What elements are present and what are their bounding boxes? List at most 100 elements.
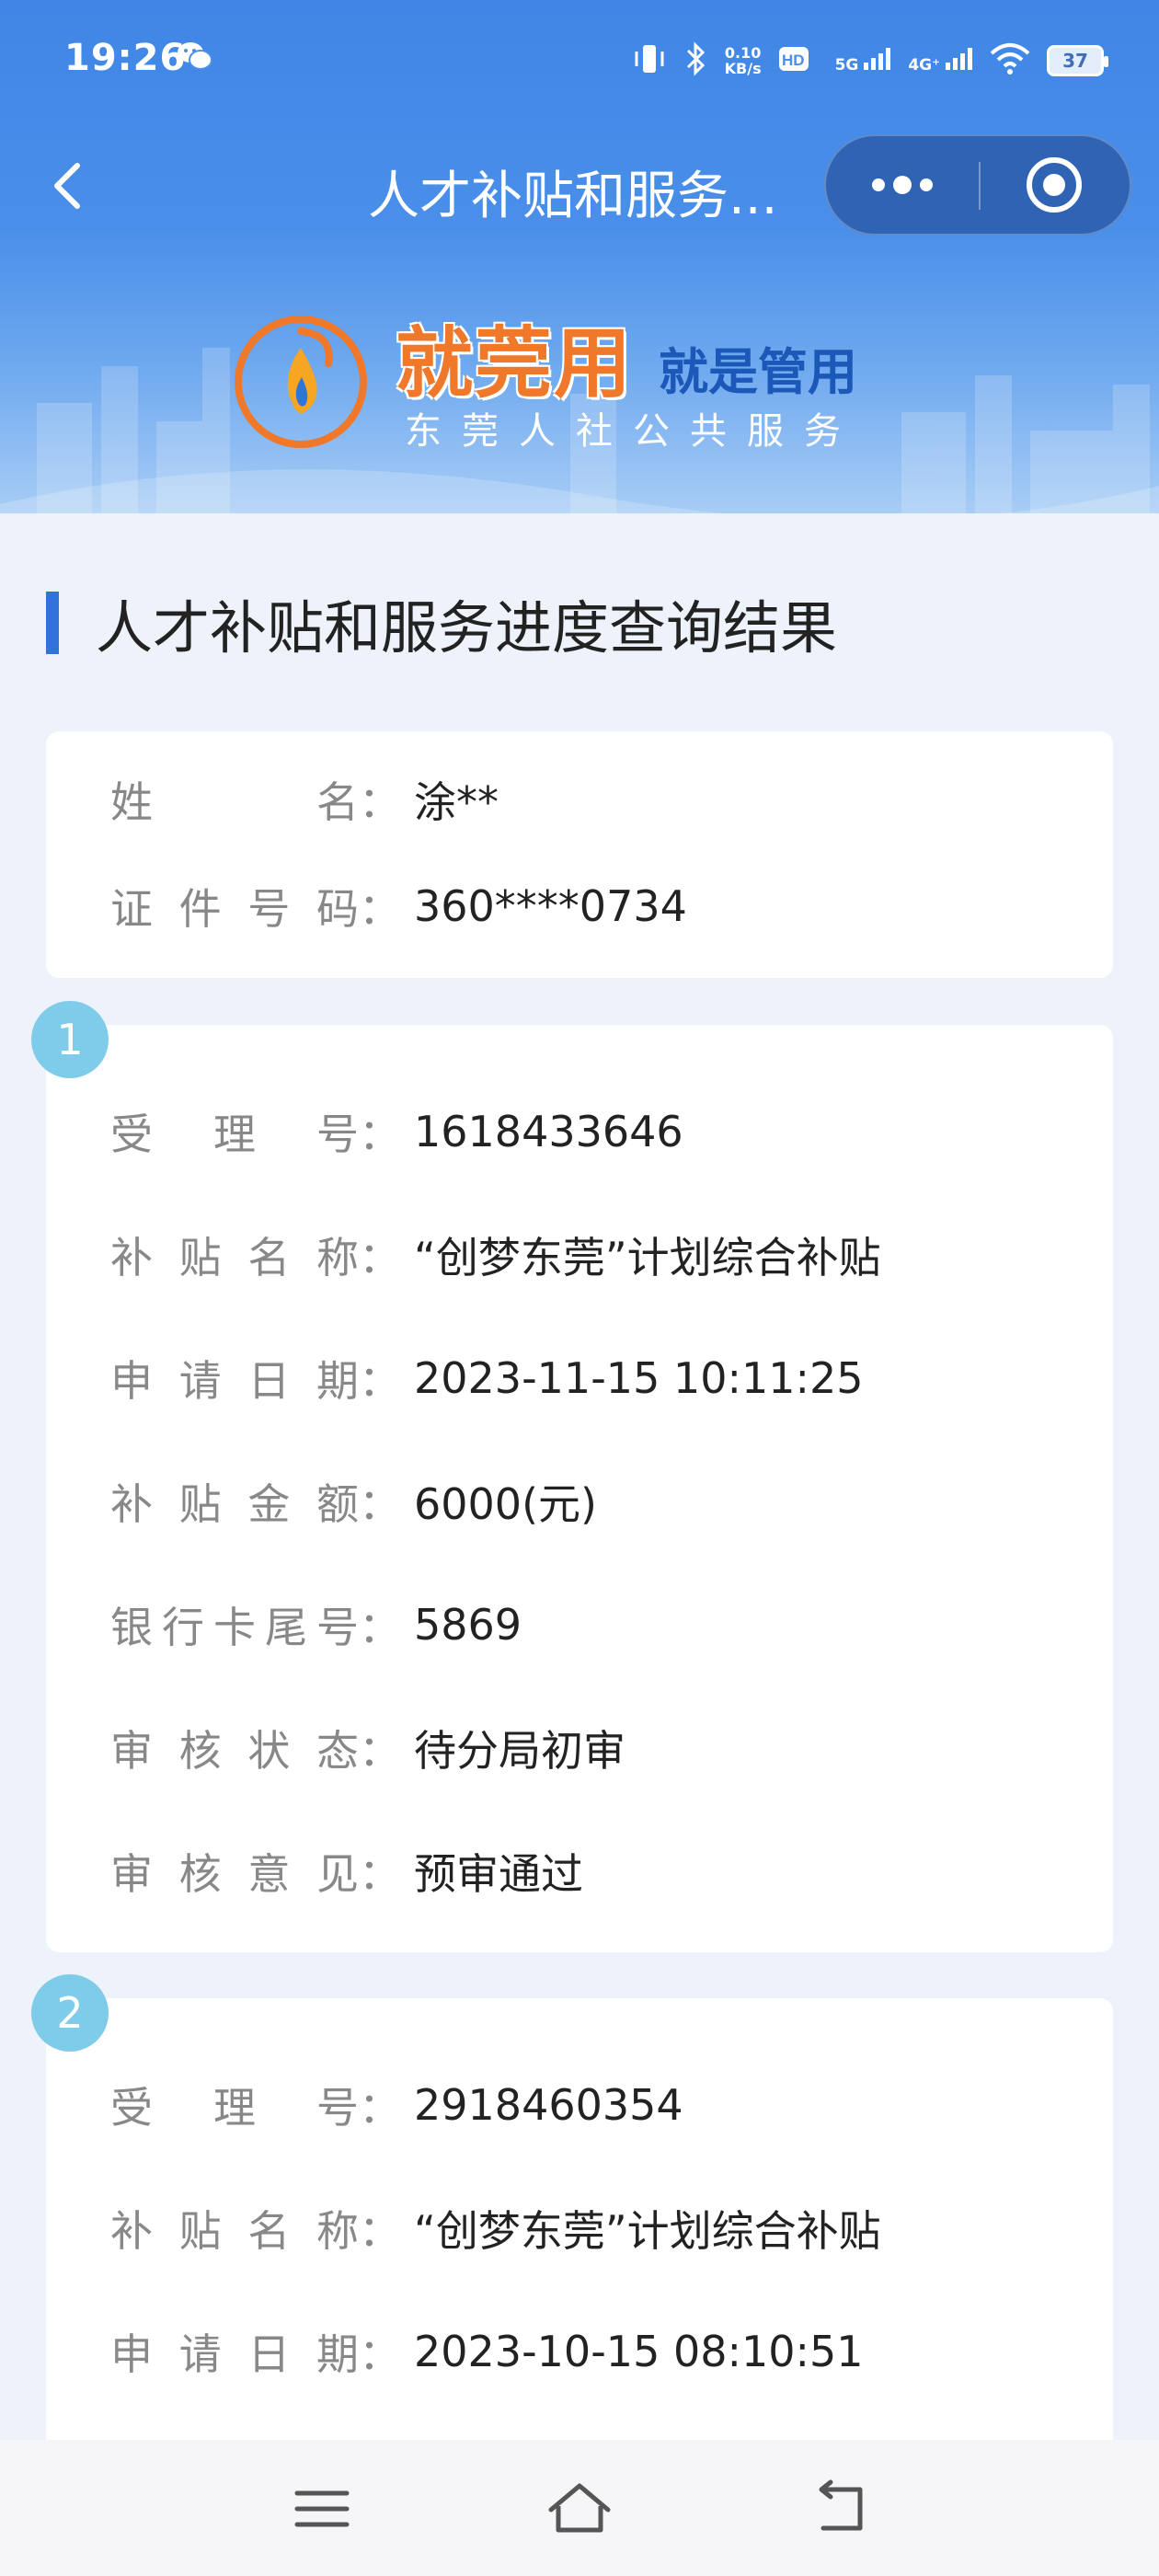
record-field-value: “创梦东莞”计划综合补贴	[414, 1233, 881, 1282]
record-field-label: 审核状态：	[110, 1718, 414, 1778]
label-char: 银	[110, 1603, 153, 1652]
label-char: 证	[110, 884, 153, 934]
record-field-value: 1618433646	[414, 1107, 683, 1156]
system-nav-bar	[0, 2440, 1159, 2576]
record-field-label: 银行卡尾号：	[110, 1594, 414, 1655]
label-char: 贴	[178, 1479, 222, 1529]
label-char: 申	[110, 1356, 153, 1406]
record-field-row: 补贴名称： “创梦东莞”计划综合补贴	[110, 2201, 881, 2256]
label-colon: ：	[359, 2206, 401, 2256]
id-row: 证 件 号 码 ： 360****0734	[110, 879, 687, 934]
record-field-label: 补贴名称：	[110, 2198, 414, 2259]
label-char: 期	[316, 1356, 359, 1406]
label-char: 补	[110, 1233, 153, 1282]
network-5g: 5G	[834, 47, 892, 75]
label-colon: ：	[359, 2083, 401, 2133]
label-char: 状	[247, 1726, 291, 1776]
record-field-value: 预审通过	[414, 1849, 583, 1899]
record-field-row: 申请日期： 2023-11-15 10:11:25	[110, 1351, 864, 1406]
label-char: 核	[178, 1849, 222, 1899]
name-value: 涂**	[414, 777, 499, 827]
record-field-label: 受 理 号：	[110, 1101, 414, 1162]
record-field-row: 补贴金额： 6000(元)	[110, 1474, 597, 1529]
label-colon: ：	[359, 1479, 401, 1529]
label-colon: ：	[359, 1726, 401, 1776]
label-char: 号	[316, 2083, 359, 2133]
label-char: 贴	[178, 1233, 222, 1282]
record-field-value: “创梦东莞”计划综合补贴	[414, 2206, 881, 2256]
label-colon: ：	[359, 1233, 401, 1282]
record-field-label: 受 理 号：	[110, 2075, 414, 2135]
mini-program-capsule	[824, 134, 1131, 236]
record-field-label: 申请日期：	[110, 2321, 414, 2382]
label-char: 姓	[110, 777, 153, 827]
label-char: 称	[316, 1233, 359, 1282]
label-char: 态	[316, 1726, 359, 1776]
record-field-label: 申请日期：	[110, 1348, 414, 1409]
more-dots-icon	[826, 176, 979, 237]
label-char: 见	[316, 1849, 359, 1899]
status-icons: 0.10 KB/s HD 5G 4G⁺ 37	[631, 33, 1108, 88]
page-title: 人才补贴和服务进度查询结果	[46, 589, 837, 661]
label-char: 号	[316, 1603, 359, 1652]
label-char: 号	[316, 1110, 359, 1159]
back-arrow-icon	[796, 2479, 878, 2545]
home-button[interactable]	[538, 2477, 621, 2541]
label-char: 卡	[213, 1603, 256, 1652]
hd-icon: HD	[778, 43, 819, 78]
record-field-row: 申请日期： 2023-10-15 08:10:51	[110, 2324, 864, 2379]
label-colon: ：	[359, 1356, 401, 1406]
record-field-value: 5869	[414, 1600, 522, 1650]
menu-icon	[281, 2490, 363, 2545]
page-title-text: 人才补贴和服务进度查询结果	[96, 594, 838, 661]
back-button[interactable]	[37, 149, 101, 219]
label-char: 名	[247, 1233, 291, 1282]
label-colon: ：	[359, 884, 401, 934]
record-field-row: 审核状态：待分局初审	[110, 1720, 625, 1776]
battery-indicator: 37	[1047, 45, 1108, 76]
label-char: 称	[316, 2206, 359, 2256]
logo-subtitle: 东莞人社公共服务	[405, 410, 861, 453]
label-char: 意	[247, 1849, 291, 1899]
bluetooth-icon	[684, 40, 708, 81]
label-char: 号	[247, 884, 291, 934]
wechat-icon	[177, 40, 213, 75]
label-char: 理	[213, 2083, 256, 2133]
person-info-card: 姓 名 ： 涂** 证 件 号 码 ： 360****0734	[46, 731, 1113, 978]
vibrate-icon	[631, 40, 668, 81]
net1-label: 5G	[834, 55, 859, 75]
return-button[interactable]	[796, 2477, 878, 2541]
close-button[interactable]	[981, 136, 1131, 234]
label-char: 审	[110, 1849, 153, 1899]
title-accent-bar	[46, 592, 59, 654]
label-char: 贴	[178, 2206, 222, 2256]
label-char: 名	[316, 777, 359, 827]
chevron-left-icon	[37, 163, 101, 223]
label-colon: ：	[359, 777, 401, 827]
label-char: 日	[247, 1356, 291, 1406]
label-char: 请	[178, 2329, 222, 2379]
menu-button[interactable]	[281, 2477, 363, 2541]
label-char: 受	[110, 2083, 153, 2133]
record-index-badge: 2	[31, 1974, 109, 2052]
name-label: 姓 名 ：	[110, 769, 414, 830]
label-colon: ：	[359, 2329, 401, 2379]
more-button[interactable]	[826, 136, 979, 234]
svg-text:HD: HD	[782, 52, 805, 69]
name-row: 姓 名 ： 涂**	[110, 772, 499, 827]
label-char: 补	[110, 1479, 153, 1529]
app-header: 19:26 0.10 KB/s HD 5G 4G⁺ 37 人才补贴和服务... …	[0, 0, 1159, 513]
logo-flame-icon	[232, 313, 370, 454]
logo-slogan: 就是管用	[659, 343, 857, 401]
status-time: 19:26	[64, 37, 187, 79]
id-label: 证 件 号 码 ：	[110, 876, 414, 937]
record-field-row: 补贴名称： “创梦东莞”计划综合补贴	[110, 1227, 881, 1282]
label-char: 码	[316, 884, 359, 934]
label-char: 行	[162, 1603, 204, 1652]
record-field-value: 2023-11-15 10:11:25	[414, 1353, 864, 1403]
label-char: 名	[247, 2206, 291, 2256]
net2-label: 4G⁺	[908, 55, 941, 75]
speed-unit: KB/s	[724, 60, 762, 77]
label-char: 审	[110, 1726, 153, 1776]
logo-text: 就莞用	[396, 318, 634, 408]
